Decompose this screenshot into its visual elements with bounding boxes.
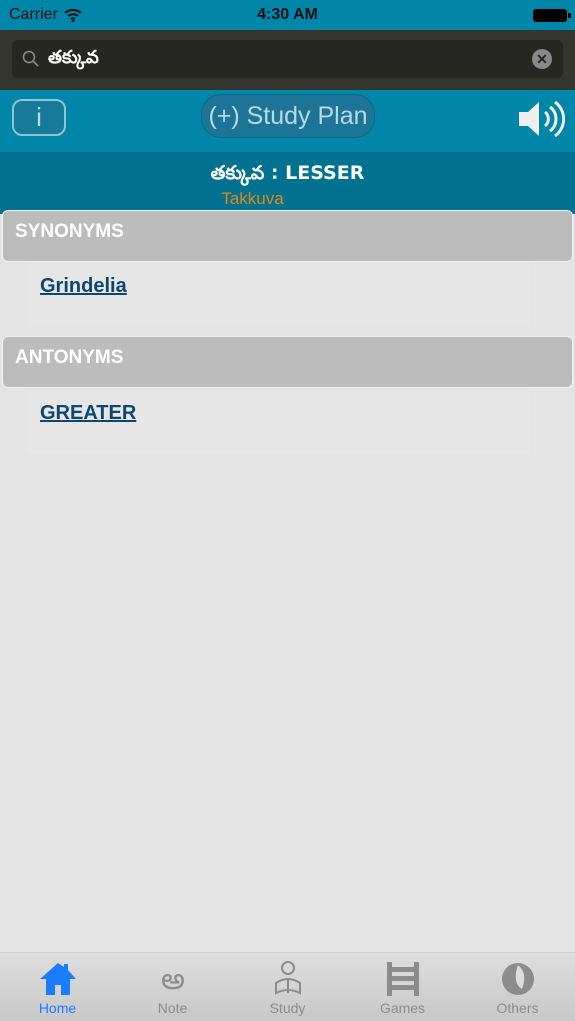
word-header: తక్కువ : LESSER Takkuva <box>0 152 575 214</box>
others-icon <box>501 963 534 995</box>
search-bar: ✕ <box>0 30 575 90</box>
speaker-icon[interactable] <box>517 98 565 140</box>
synonyms-header: SYNONYMS <box>2 210 573 262</box>
info-button[interactable]: i <box>12 99 66 136</box>
tab-others[interactable]: Others <box>460 953 575 1021</box>
tab-label: Note <box>157 1000 188 1016</box>
antonym-link[interactable]: GREATER <box>40 402 136 424</box>
study-plan-button[interactable]: (+) Study Plan <box>201 94 375 138</box>
transliteration: Takkuva <box>221 189 284 208</box>
synonym-link[interactable]: Grindelia <box>40 275 127 297</box>
note-icon: అ <box>161 963 185 996</box>
search-icon <box>22 50 39 67</box>
status-bar: Carrier 4:30 AM <box>0 0 575 30</box>
study-icon <box>274 961 301 995</box>
list-item: Grindelia <box>28 263 530 327</box>
tab-bar: Home అ Note Study Games Others <box>0 952 575 1021</box>
word-title: తక్కువ : LESSER <box>210 162 365 184</box>
tab-label: Home <box>38 1000 77 1016</box>
search-field[interactable]: ✕ <box>12 40 563 78</box>
list-item: GREATER <box>28 390 530 454</box>
clock: 4:30 AM <box>257 6 318 23</box>
toolbar: i (+) Study Plan <box>0 90 575 152</box>
tab-home[interactable]: Home <box>0 953 115 1021</box>
abacus-icon <box>386 962 419 996</box>
tab-note[interactable]: అ Note <box>115 953 230 1021</box>
tab-label: Games <box>379 1000 426 1016</box>
clear-search-button[interactable]: ✕ <box>532 49 552 69</box>
svg-text:అ: అ <box>161 963 185 996</box>
home-icon <box>39 963 76 995</box>
battery-icon <box>533 9 571 22</box>
search-input[interactable] <box>48 48 532 70</box>
tab-games[interactable]: Games <box>345 953 460 1021</box>
tab-study[interactable]: Study <box>230 953 345 1021</box>
antonyms-header: ANTONYMS <box>2 336 573 388</box>
tab-label: Others <box>496 1000 539 1016</box>
tab-label: Study <box>269 1000 306 1016</box>
